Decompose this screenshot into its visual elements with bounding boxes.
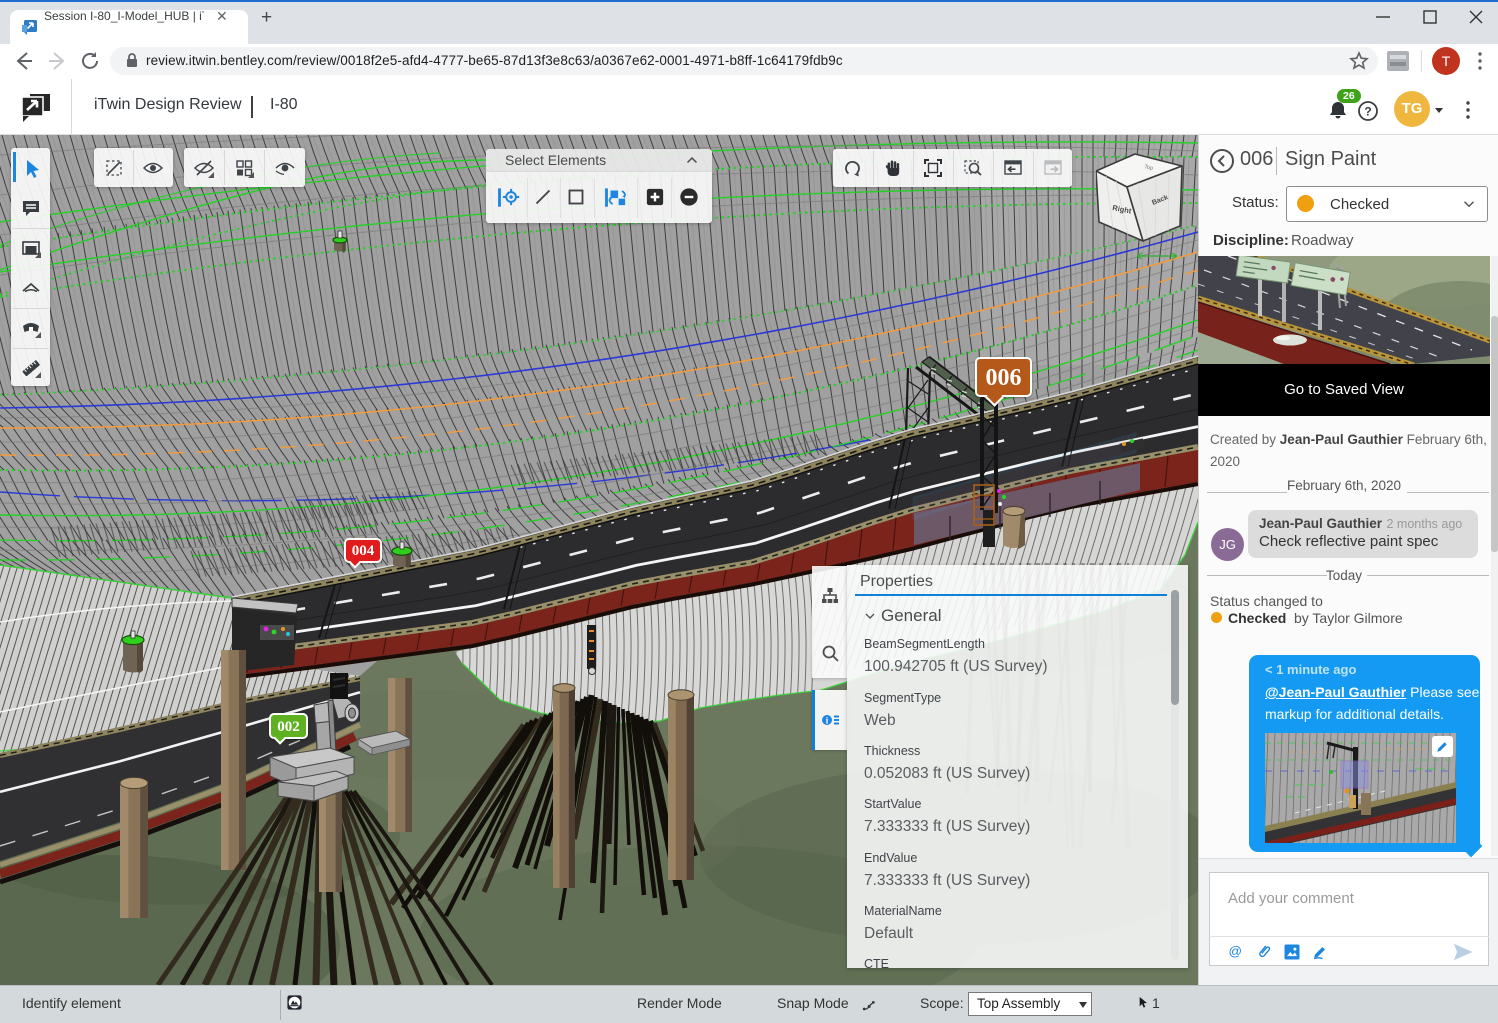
svg-text:?: ? [1364, 105, 1371, 119]
svg-text:@: @ [1229, 943, 1243, 958]
